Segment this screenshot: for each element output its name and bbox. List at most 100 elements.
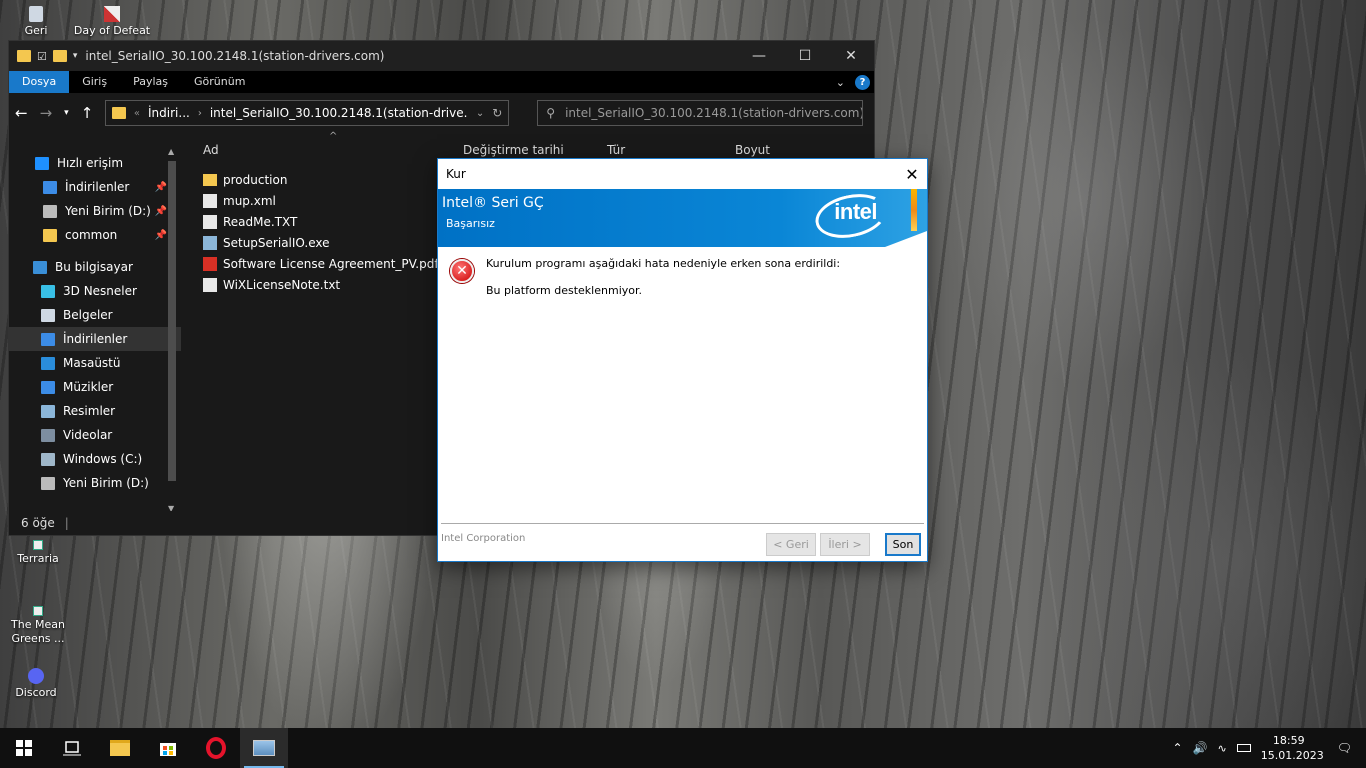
sidebar-item[interactable]: Resimler [9,399,181,423]
explorer-titlebar[interactable]: ☑ ▾ intel_SerialIO_30.100.2148.1(station… [9,41,874,71]
column-header-size[interactable]: Boyut [735,143,770,157]
file-name: SetupSerialIO.exe [223,235,330,250]
setup-dialog: Kur ✕ Intel® Seri GÇ Başarısız intel ✕ K… [437,158,928,562]
scroll-up-icon[interactable]: ▲ [168,147,174,156]
sidebar-item[interactable]: Masaüstü [9,351,181,375]
sidebar-item-icon [41,428,55,442]
refresh-icon[interactable]: ↻ [492,106,502,120]
sidebar-item-icon [41,332,55,346]
network-icon[interactable]: ∿ [1218,742,1227,755]
sidebar-item-label: Resimler [63,404,116,418]
back-arrow-icon[interactable]: ← [15,104,28,122]
opera-icon [206,737,226,759]
address-dropdown-icon[interactable]: ⌄ [476,108,484,119]
tab-view[interactable]: Görünüm [181,71,258,93]
windows-icon [16,740,32,756]
sidebar-item[interactable]: Bu bilgisayar [9,255,181,279]
sidebar-item[interactable]: Müzikler [9,375,181,399]
quick-access-dropdown-icon[interactable]: ▾ [73,51,78,61]
show-hidden-icons-icon[interactable]: ⌃ [1173,741,1183,755]
clock-time: 18:59 [1272,734,1305,747]
sidebar-item-icon [41,284,55,298]
maximize-button[interactable]: ☐ [782,48,828,64]
desktop-icon-label: The Mean Greens ... [11,618,65,645]
recent-locations-icon[interactable]: ▾ [64,108,69,118]
taskbar-store[interactable] [144,728,192,768]
column-header-name[interactable]: Ad [203,143,219,157]
sidebar-item[interactable]: Yeni Birim (D:) 📌 [9,199,181,223]
breadcrumb-overflow-icon[interactable]: « [134,108,140,119]
sidebar-item[interactable]: Hızlı erişim [9,151,181,175]
breadcrumb-downloads[interactable]: İndiri... [148,106,190,120]
address-bar[interactable]: « İndiri... › intel_SerialIO_30.100.2148… [105,100,510,126]
dialog-close-button[interactable]: ✕ [897,165,927,184]
sidebar-item[interactable]: Videolar [9,423,181,447]
sidebar-item-label: Hızlı erişim [57,156,124,170]
navigation-pane-scrollbar[interactable]: ▲ ▼ [164,147,179,517]
exe-file-icon [203,235,217,250]
search-box[interactable]: ⚲ intel_SerialIO_30.100.2148.1(station-d… [537,100,864,126]
next-button[interactable]: İleri > [820,533,870,556]
sidebar-item-label: İndirilenler [65,180,130,194]
taskbar-file-explorer[interactable] [96,728,144,768]
column-header-type[interactable]: Tür [607,143,625,157]
clock-date: 15.01.2023 [1260,749,1324,762]
ribbon-tabs: Dosya Giriş Paylaş Görünüm ⌄ ? [9,71,874,93]
sidebar-item[interactable]: Yeni Birim (D:) [9,471,181,495]
close-button[interactable]: ✕ [828,48,874,64]
tab-share[interactable]: Paylaş [120,71,181,93]
battery-icon[interactable] [1236,744,1251,752]
sidebar-item-label: Windows (C:) [63,452,143,466]
dialog-banner: Intel® Seri GÇ Başarısız intel [438,187,927,247]
up-arrow-icon[interactable]: ↑ [81,104,94,122]
desktop-icon-label: Day of Defeat [73,24,151,37]
taskbar-setup[interactable] [240,728,288,768]
desktop-icon-terraria[interactable]: Terraria [8,540,68,566]
sidebar-item[interactable]: Windows (C:) [9,447,181,471]
properties-icon[interactable]: ☑ [37,50,47,63]
file-name: ReadMe.TXT [223,214,298,229]
desktop-icon-day-of-defeat[interactable]: Day of Defeat [70,6,154,38]
minimize-button[interactable]: — [736,48,782,64]
footer-divider [441,523,924,524]
start-button[interactable] [0,728,48,768]
sidebar-item-label: Belgeler [63,308,113,322]
breadcrumb-current-folder[interactable]: intel_SerialIO_30.100.2148.1(station-dri… [210,106,468,120]
scrollbar-thumb[interactable] [168,161,176,481]
sidebar-item-icon [41,404,55,418]
finish-button[interactable]: Son [885,533,921,556]
footer-company: Intel Corporation [441,533,526,544]
notifications-icon[interactable]: 🗨 [1337,741,1352,755]
clock[interactable]: 18:59 15.01.2023 [1260,733,1324,763]
mean-greens-icon [33,606,43,616]
desktop-icon-mean-greens[interactable]: The Mean Greens ... [6,606,70,646]
dialog-titlebar[interactable]: Kur ✕ [438,159,927,189]
desktop-icon-discord[interactable]: Discord [6,668,66,700]
tab-file[interactable]: Dosya [9,71,70,93]
new-folder-icon[interactable] [52,50,67,62]
volume-icon[interactable]: 🔊 [1193,741,1208,755]
folder-icon [112,107,126,119]
navigation-bar: ← → ▾ ↑ « İndiri... › intel_SerialIO_30.… [9,93,874,133]
pdf-file-icon [203,256,217,271]
taskbar-opera[interactable] [192,728,240,768]
task-view-button[interactable] [48,728,96,768]
help-icon[interactable]: ? [855,74,870,90]
forward-arrow-icon[interactable]: → [40,104,53,122]
desktop-icon-recycle-bin[interactable]: Geri [6,6,66,38]
desktop-icon-label: Terraria [17,552,59,565]
column-header-date[interactable]: Değiştirme tarihi [463,143,564,157]
sidebar-item[interactable]: 3D Nesneler [9,279,181,303]
tab-home[interactable]: Giriş [69,71,120,93]
sidebar-item[interactable]: common 📌 [9,223,181,247]
sidebar-item-label: İndirilenler [63,332,128,346]
discord-icon [28,668,44,684]
sidebar-item[interactable]: Belgeler [9,303,181,327]
sidebar-item[interactable]: İndirilenler [9,327,181,351]
sidebar-item-icon [41,308,55,322]
expand-ribbon-icon[interactable]: ⌄ [836,76,845,89]
sidebar-item[interactable]: İndirilenler 📌 [9,175,181,199]
error-message: Kurulum programı aşağıdaki hata nedeniyl… [486,257,841,270]
back-button[interactable]: < Geri [766,533,816,556]
terraria-icon [33,540,43,550]
